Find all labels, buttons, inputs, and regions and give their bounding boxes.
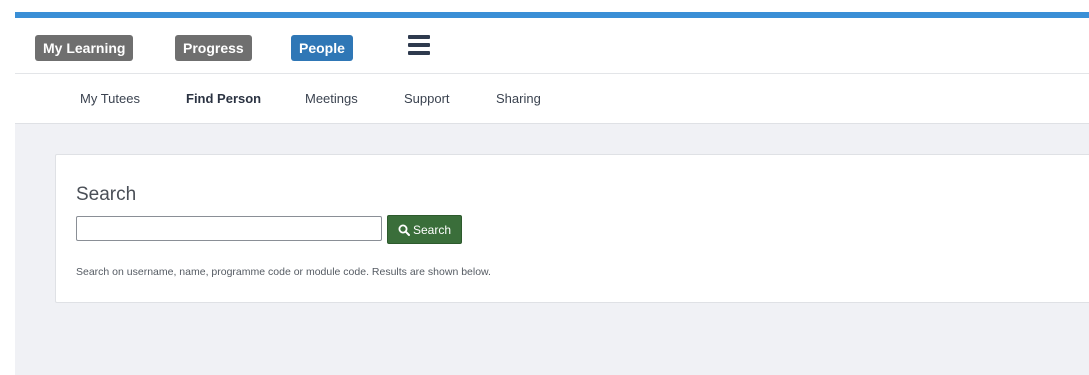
hamburger-icon[interactable] <box>408 35 430 55</box>
sub-nav-sharing[interactable]: Sharing <box>496 91 541 106</box>
search-card: Search Search Search on username, name, … <box>55 154 1089 303</box>
search-button[interactable]: Search <box>387 215 462 244</box>
nav-progress[interactable]: Progress <box>175 35 252 61</box>
main-nav: My Learning Progress People <box>15 18 1089 74</box>
sub-nav-support[interactable]: Support <box>404 91 450 106</box>
search-card-title: Search <box>76 184 137 205</box>
nav-people[interactable]: People <box>291 35 353 61</box>
nav-my-learning[interactable]: My Learning <box>35 35 134 61</box>
app-frame: My Learning Progress People My Tutees Fi… <box>15 0 1089 375</box>
sub-nav-meetings[interactable]: Meetings <box>305 91 358 106</box>
search-input[interactable] <box>76 216 382 241</box>
sub-nav-find-person[interactable]: Find Person <box>186 91 261 106</box>
sub-nav-my-tutees[interactable]: My Tutees <box>80 91 140 106</box>
search-icon <box>398 224 410 236</box>
sub-nav: My Tutees Find Person Meetings Support S… <box>15 74 1089 124</box>
content-area: Search Search Search on username, name, … <box>15 124 1089 375</box>
search-button-label: Search <box>412 222 452 237</box>
search-help-text: Search on username, name, programme code… <box>76 266 491 278</box>
